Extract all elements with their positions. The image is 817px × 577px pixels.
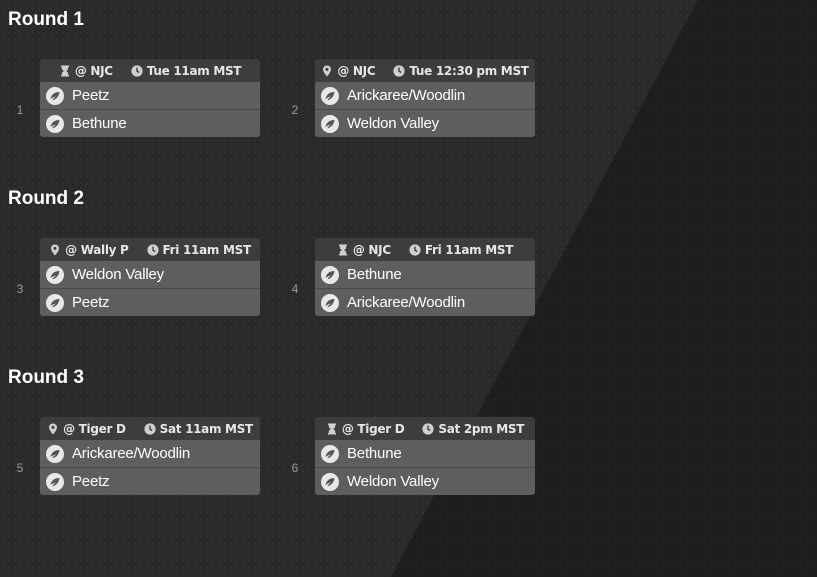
time-info: Tue 12:30 pm MST	[393, 63, 529, 78]
team-logo-icon	[321, 114, 339, 133]
venue-text: @ NJC	[352, 242, 391, 257]
team-row[interactable]: Bethune	[315, 440, 535, 467]
game-number: 3	[16, 282, 24, 296]
game-card-5[interactable]: @ Tiger D Sat 11am MST Arickaree/Woodlin…	[40, 417, 260, 495]
clock-icon	[146, 243, 159, 256]
team-name: Arickaree/Woodlin	[72, 445, 191, 462]
team-name: Weldon Valley	[72, 266, 164, 283]
time-text: Fri 11am MST	[162, 242, 252, 257]
team-name: Weldon Valley	[347, 115, 439, 132]
team-row[interactable]: Peetz	[40, 467, 260, 495]
time-info: Sat 11am MST	[144, 422, 253, 436]
team-name: Peetz	[72, 473, 110, 490]
game-card-2[interactable]: @ NJC Tue 12:30 pm MST Arickaree/Woodlin…	[315, 59, 535, 137]
team-row[interactable]: Arickaree/Woodlin	[315, 82, 535, 109]
team-name: Bethune	[347, 266, 402, 283]
clock-icon	[393, 64, 405, 77]
game-header: @ NJC Fri 11am MST	[315, 238, 535, 261]
team-name: Bethune	[347, 445, 402, 462]
time-text: Tue 11am MST	[146, 63, 242, 78]
clock-icon	[409, 243, 421, 256]
team-logo-icon	[46, 472, 64, 491]
team-logo-icon	[321, 86, 339, 105]
team-name: Arickaree/Woodlin	[347, 294, 466, 311]
venue-info: @ NJC	[59, 64, 113, 78]
venue-text: @ Tiger D	[63, 421, 126, 436]
game-card-1[interactable]: @ NJC Tue 11am MST Peetz Bethune	[40, 59, 260, 137]
team-logo-icon	[321, 265, 339, 284]
team-row[interactable]: Weldon Valley	[315, 109, 535, 137]
team-logo-icon	[46, 293, 64, 312]
time-info: Fri 11am MST	[409, 243, 513, 257]
team-row[interactable]: Peetz	[40, 288, 260, 316]
team-row[interactable]: Weldon Valley	[40, 261, 260, 288]
time-text: Tue 12:30 pm MST	[409, 63, 529, 78]
team-row[interactable]: Bethune	[315, 261, 535, 288]
game-header: @ Tiger D Sat 2pm MST	[315, 417, 535, 440]
hourglass-icon	[338, 244, 347, 255]
team-name: Weldon Valley	[347, 473, 439, 490]
hourglass-icon	[327, 423, 336, 434]
round-1-title: Round 1	[8, 9, 84, 30]
game-card-3[interactable]: @ Wally P Fri 11am MST Weldon Valley Pee…	[40, 238, 260, 316]
venue-text: @ Tiger D	[341, 421, 405, 436]
time-info: Fri 11am MST	[146, 242, 252, 257]
venue-info: @ Tiger D	[326, 422, 405, 436]
time-info: Sat 2pm MST	[422, 422, 524, 436]
game-number: 5	[16, 461, 24, 475]
location-pin-icon	[49, 423, 58, 434]
venue-info: @ Tiger D	[47, 422, 126, 436]
team-row[interactable]: Bethune	[40, 109, 260, 137]
team-row[interactable]: Peetz	[40, 82, 260, 109]
game-card-6[interactable]: @ Tiger D Sat 2pm MST Bethune Weldon Val…	[315, 417, 535, 495]
game-header: @ NJC Tue 12:30 pm MST	[315, 59, 535, 82]
game-number: 1	[16, 103, 24, 117]
team-logo-icon	[321, 472, 339, 491]
venue-text: @ NJC	[74, 63, 113, 78]
game-number: 2	[291, 103, 299, 117]
team-logo-icon	[321, 293, 339, 312]
venue-info: @ NJC	[321, 63, 376, 78]
team-row[interactable]: Arickaree/Woodlin	[40, 440, 260, 467]
team-name: Bethune	[72, 115, 127, 132]
team-name: Peetz	[72, 87, 110, 104]
team-name: Peetz	[72, 294, 110, 311]
team-row[interactable]: Arickaree/Woodlin	[315, 288, 535, 316]
clock-icon	[131, 64, 143, 77]
venue-text: @ Wally P	[65, 242, 129, 257]
location-pin-icon	[323, 65, 332, 76]
game-header: @ Wally P Fri 11am MST	[40, 238, 260, 261]
time-text: Sat 11am MST	[159, 421, 254, 436]
game-header: @ Tiger D Sat 11am MST	[40, 417, 260, 440]
time-text: Sat 2pm MST	[438, 421, 525, 436]
location-pin-icon	[51, 244, 60, 255]
clock-icon	[422, 422, 435, 435]
game-card-4[interactable]: @ NJC Fri 11am MST Bethune Arickaree/Woo…	[315, 238, 535, 316]
team-name: Arickaree/Woodlin	[347, 87, 466, 104]
time-text: Fri 11am MST	[424, 242, 514, 257]
round-3-title: Round 3	[8, 367, 84, 388]
team-logo-icon	[46, 265, 64, 284]
game-header: @ NJC Tue 11am MST	[40, 59, 260, 82]
hourglass-icon	[60, 65, 69, 76]
round-2-title: Round 2	[8, 188, 84, 209]
team-logo-icon	[321, 444, 339, 463]
team-row[interactable]: Weldon Valley	[315, 467, 535, 495]
game-number: 6	[291, 461, 299, 475]
venue-text: @ NJC	[337, 63, 376, 78]
time-info: Tue 11am MST	[131, 64, 241, 78]
team-logo-icon	[46, 86, 64, 105]
team-logo-icon	[46, 444, 64, 463]
venue-info: @ Wally P	[49, 242, 129, 257]
clock-icon	[144, 422, 156, 435]
game-number: 4	[291, 282, 299, 296]
venue-info: @ NJC	[337, 243, 391, 257]
team-logo-icon	[46, 114, 64, 133]
